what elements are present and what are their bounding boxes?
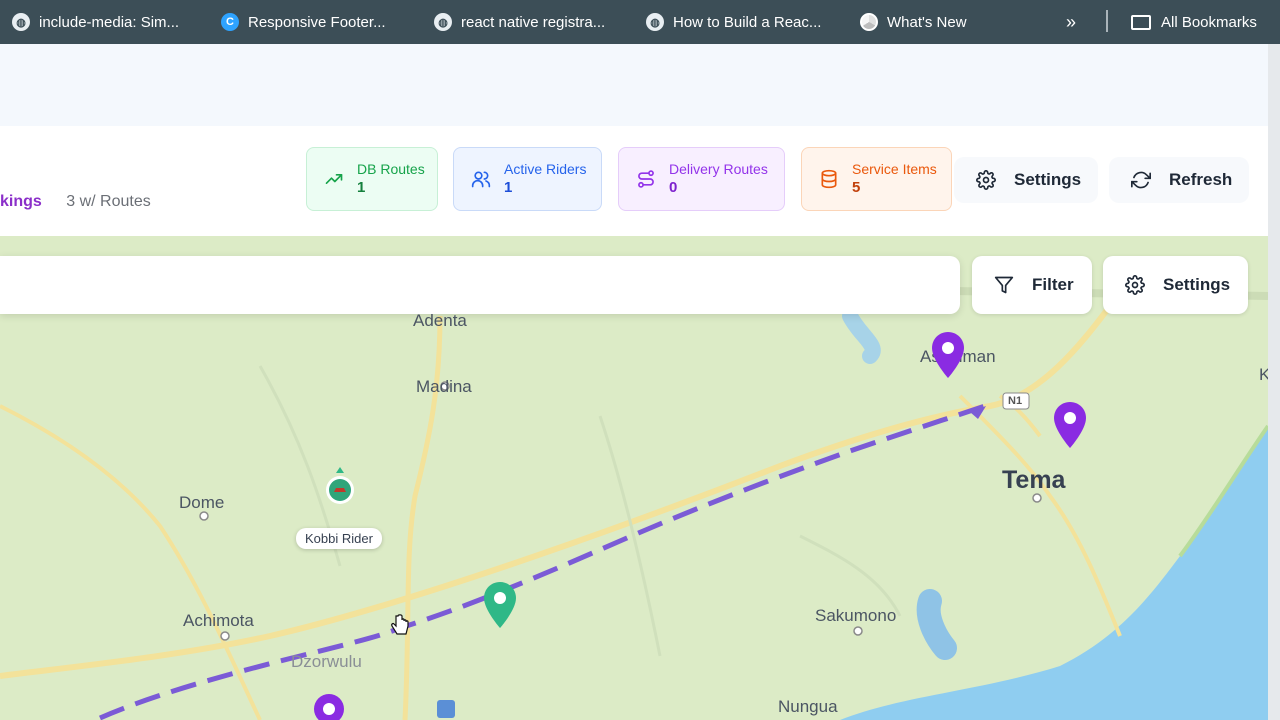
stat-service-items[interactable]: Service Items 5 bbox=[801, 147, 952, 211]
bookmark-label: What's New bbox=[887, 13, 967, 31]
users-icon bbox=[470, 168, 492, 190]
map-settings-label: Settings bbox=[1163, 275, 1231, 294]
place-label: Tema bbox=[1002, 466, 1066, 494]
routes-count: 3 w/ Routes bbox=[66, 193, 151, 210]
bookings-tab-row: kings 3 w/ Routes bbox=[0, 193, 151, 211]
folder-icon bbox=[1131, 14, 1151, 30]
route-icon bbox=[635, 168, 657, 190]
globe-icon: ◍ bbox=[12, 13, 30, 31]
map-pin-icon[interactable] bbox=[312, 692, 346, 720]
rider-label: Kobbi Rider bbox=[296, 528, 382, 549]
stat-delivery-routes[interactable]: Delivery Routes 0 bbox=[618, 147, 785, 211]
place-label: Dome bbox=[179, 493, 225, 512]
filter-icon bbox=[994, 276, 1014, 294]
road-badge-n1: N1 bbox=[1008, 395, 1023, 407]
trending-up-icon bbox=[323, 168, 345, 190]
bookmark-item[interactable]: C Responsive Footer... bbox=[221, 0, 386, 44]
stat-active-riders[interactable]: Active Riders 1 bbox=[453, 147, 602, 211]
bookmark-item[interactable]: What's New bbox=[860, 0, 967, 44]
bookmark-label: Responsive Footer... bbox=[248, 13, 386, 31]
settings-button[interactable]: Settings bbox=[954, 157, 1098, 203]
rider-marker-icon[interactable] bbox=[324, 463, 356, 507]
database-icon bbox=[818, 168, 840, 190]
bookmarks-overflow-button[interactable]: » bbox=[1066, 0, 1076, 44]
map-pin-icon[interactable] bbox=[930, 330, 966, 382]
bookmarks-bar: ◍ include-media: Sim... C Responsive Foo… bbox=[0, 0, 1280, 44]
place-label: Achimota bbox=[183, 611, 254, 630]
stat-label: Service Items bbox=[852, 161, 937, 177]
all-bookmarks-button[interactable]: All Bookmarks bbox=[1131, 0, 1257, 44]
gear-icon bbox=[976, 170, 996, 190]
bookmark-label: How to Build a Reac... bbox=[673, 13, 822, 31]
stat-value: 0 bbox=[669, 179, 678, 196]
page-scrollbar[interactable] bbox=[1268, 44, 1280, 720]
refresh-label: Refresh bbox=[1169, 170, 1233, 189]
place-label: Nungua bbox=[778, 697, 838, 716]
stat-db-routes[interactable]: DB Routes 1 bbox=[306, 147, 438, 211]
globe-icon: ◍ bbox=[646, 13, 664, 31]
bookmark-label: include-media: Sim... bbox=[39, 13, 180, 31]
map-pin-icon[interactable] bbox=[482, 580, 518, 632]
place-label: Dzorwulu bbox=[291, 652, 362, 671]
settings-label: Settings bbox=[1014, 170, 1082, 189]
map-pin-icon[interactable] bbox=[1052, 400, 1088, 452]
refresh-icon bbox=[1131, 171, 1151, 189]
stat-value: 1 bbox=[504, 179, 513, 196]
place-label: Madina bbox=[416, 377, 472, 396]
globe-icon: ◍ bbox=[434, 13, 452, 31]
place-label: Sakumono bbox=[815, 606, 897, 625]
c-logo-icon: C bbox=[221, 13, 239, 31]
all-bookmarks-label: All Bookmarks bbox=[1161, 13, 1257, 31]
filter-button[interactable]: Filter bbox=[972, 256, 1092, 314]
stat-value: 1 bbox=[357, 179, 366, 196]
refresh-button[interactable]: Refresh bbox=[1109, 157, 1249, 203]
filter-label: Filter bbox=[1032, 275, 1074, 294]
map-search-bar[interactable] bbox=[0, 256, 960, 314]
place-label: Adenta bbox=[413, 311, 467, 330]
stat-label: Delivery Routes bbox=[669, 161, 768, 177]
stat-label: Active Riders bbox=[504, 161, 587, 177]
map-settings-button[interactable]: Settings bbox=[1103, 256, 1248, 314]
bookmark-label: react native registra... bbox=[461, 13, 606, 31]
tab-bookings[interactable]: kings bbox=[0, 193, 42, 210]
page-top-band bbox=[0, 44, 1280, 126]
stat-value: 5 bbox=[852, 179, 861, 196]
bookmark-item[interactable]: ◍ How to Build a Reac... bbox=[646, 0, 821, 44]
chrome-icon bbox=[860, 13, 878, 31]
divider bbox=[1106, 10, 1108, 32]
gear-icon bbox=[1125, 275, 1145, 295]
hand-cursor-icon bbox=[391, 614, 409, 635]
bookmark-item[interactable]: ◍ react native registra... bbox=[434, 0, 605, 44]
stat-label: DB Routes bbox=[357, 161, 425, 177]
bookmark-item[interactable]: ◍ include-media: Sim... bbox=[12, 0, 179, 44]
